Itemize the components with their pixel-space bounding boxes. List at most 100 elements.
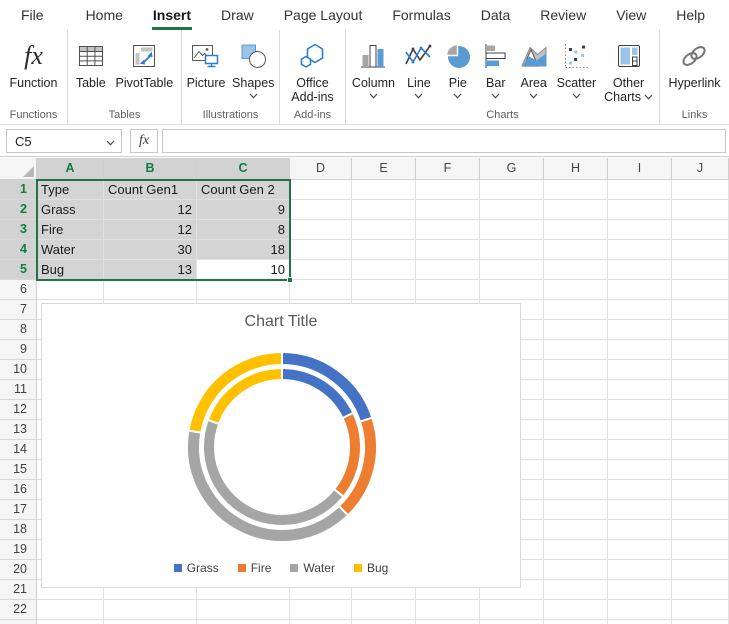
row-header-15[interactable]: 15 xyxy=(0,460,37,480)
cell-G2[interactable] xyxy=(480,200,544,220)
cell-H20[interactable] xyxy=(544,560,608,580)
cell-A22[interactable] xyxy=(37,600,104,620)
cell-H3[interactable] xyxy=(544,220,608,240)
tab-file[interactable]: File xyxy=(6,0,59,30)
cell-B3[interactable]: 12 xyxy=(104,220,197,240)
cell-J18[interactable] xyxy=(672,520,729,540)
cell-I20[interactable] xyxy=(608,560,672,580)
legend-item-bug[interactable]: Bug xyxy=(354,561,388,575)
cell-J10[interactable] xyxy=(672,360,729,380)
cell-D4[interactable] xyxy=(290,240,352,260)
cell-I1[interactable] xyxy=(608,180,672,200)
tab-review[interactable]: Review xyxy=(525,0,601,30)
pivottable-button[interactable]: PivotTable xyxy=(114,34,176,90)
office-add-ins-button[interactable]: OfficeAdd-ins xyxy=(289,34,335,104)
cell-B23[interactable] xyxy=(104,620,197,624)
cell-H13[interactable] xyxy=(544,420,608,440)
cell-C3[interactable]: 8 xyxy=(197,220,290,240)
cell-J9[interactable] xyxy=(672,340,729,360)
cell-H6[interactable] xyxy=(544,280,608,300)
area-button[interactable]: Area xyxy=(517,34,551,99)
pie-button[interactable]: Pie xyxy=(441,34,475,99)
insert-function-button[interactable]: fx xyxy=(130,129,158,153)
cell-F2[interactable] xyxy=(416,200,480,220)
row-header-17[interactable]: 17 xyxy=(0,500,37,520)
column-header-h[interactable]: H xyxy=(544,158,608,180)
cell-C22[interactable] xyxy=(197,600,290,620)
cell-I15[interactable] xyxy=(608,460,672,480)
cell-A3[interactable]: Fire xyxy=(37,220,104,240)
column-header-d[interactable]: D xyxy=(290,158,352,180)
cell-I6[interactable] xyxy=(608,280,672,300)
column-header-e[interactable]: E xyxy=(352,158,416,180)
cell-A6[interactable] xyxy=(37,280,104,300)
cell-B22[interactable] xyxy=(104,600,197,620)
cell-I5[interactable] xyxy=(608,260,672,280)
cell-F5[interactable] xyxy=(416,260,480,280)
cell-I12[interactable] xyxy=(608,400,672,420)
row-header-12[interactable]: 12 xyxy=(0,400,37,420)
cell-J15[interactable] xyxy=(672,460,729,480)
cell-D2[interactable] xyxy=(290,200,352,220)
row-header-10[interactable]: 10 xyxy=(0,360,37,380)
cell-I7[interactable] xyxy=(608,300,672,320)
table-button[interactable]: Table xyxy=(74,34,108,90)
tab-draw[interactable]: Draw xyxy=(206,0,269,30)
cell-F6[interactable] xyxy=(416,280,480,300)
row-header-9[interactable]: 9 xyxy=(0,340,37,360)
row-header-21[interactable]: 21 xyxy=(0,580,37,600)
cell-H19[interactable] xyxy=(544,540,608,560)
cell-H7[interactable] xyxy=(544,300,608,320)
row-header-6[interactable]: 6 xyxy=(0,280,37,300)
column-header-b[interactable]: B xyxy=(104,158,197,180)
chart-object[interactable]: Chart Title GrassFireWaterBug xyxy=(41,303,521,588)
legend-item-grass[interactable]: Grass xyxy=(174,561,219,575)
tab-insert[interactable]: Insert xyxy=(138,0,206,30)
cell-I14[interactable] xyxy=(608,440,672,460)
cell-B6[interactable] xyxy=(104,280,197,300)
row-header-22[interactable]: 22 xyxy=(0,600,37,620)
cell-D3[interactable] xyxy=(290,220,352,240)
cell-J23[interactable] xyxy=(672,620,729,624)
row-header-3[interactable]: 3 xyxy=(0,220,37,240)
cell-G6[interactable] xyxy=(480,280,544,300)
cell-I2[interactable] xyxy=(608,200,672,220)
cell-I17[interactable] xyxy=(608,500,672,520)
row-header-2[interactable]: 2 xyxy=(0,200,37,220)
cell-H17[interactable] xyxy=(544,500,608,520)
other-charts-button[interactable]: OtherCharts xyxy=(602,34,655,104)
cell-F1[interactable] xyxy=(416,180,480,200)
cell-H8[interactable] xyxy=(544,320,608,340)
cell-D5[interactable] xyxy=(290,260,352,280)
cell-J4[interactable] xyxy=(672,240,729,260)
cell-C2[interactable]: 9 xyxy=(197,200,290,220)
picture-button[interactable]: Picture xyxy=(185,34,228,90)
cell-J21[interactable] xyxy=(672,580,729,600)
cell-C6[interactable] xyxy=(197,280,290,300)
column-header-i[interactable]: I xyxy=(608,158,672,180)
cell-E1[interactable] xyxy=(352,180,416,200)
cell-E3[interactable] xyxy=(352,220,416,240)
name-box[interactable]: C5 xyxy=(6,129,122,153)
cell-J1[interactable] xyxy=(672,180,729,200)
row-header-5[interactable]: 5 xyxy=(0,260,37,280)
cell-F22[interactable] xyxy=(416,600,480,620)
column-header-g[interactable]: G xyxy=(480,158,544,180)
cell-A23[interactable] xyxy=(37,620,104,624)
cell-D22[interactable] xyxy=(290,600,352,620)
cell-H10[interactable] xyxy=(544,360,608,380)
tab-help[interactable]: Help xyxy=(661,0,720,30)
cell-H21[interactable] xyxy=(544,580,608,600)
cell-H23[interactable] xyxy=(544,620,608,624)
row-header-18[interactable]: 18 xyxy=(0,520,37,540)
cell-E6[interactable] xyxy=(352,280,416,300)
cell-G23[interactable] xyxy=(480,620,544,624)
column-header-f[interactable]: F xyxy=(416,158,480,180)
row-header-14[interactable]: 14 xyxy=(0,440,37,460)
cell-C1[interactable]: Count Gen 2 xyxy=(197,180,290,200)
cell-I11[interactable] xyxy=(608,380,672,400)
line-button[interactable]: Line xyxy=(401,34,437,99)
cell-G3[interactable] xyxy=(480,220,544,240)
scatter-button[interactable]: Scatter xyxy=(555,34,599,99)
cell-B1[interactable]: Count Gen1 xyxy=(104,180,197,200)
